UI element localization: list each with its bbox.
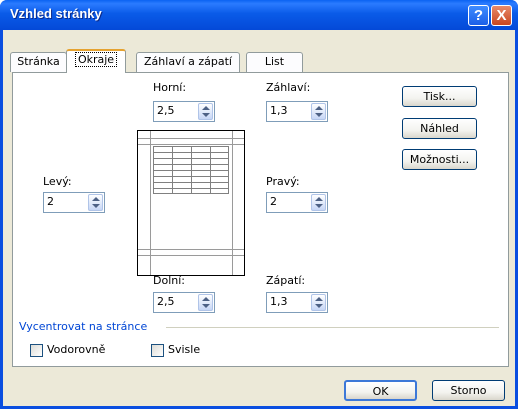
sheet-grid-preview	[153, 146, 229, 194]
bottom-margin-arrows[interactable]	[198, 294, 213, 311]
close-button[interactable]: X	[491, 5, 512, 26]
arrow-up-icon[interactable]	[92, 197, 100, 201]
arrow-down-icon[interactable]	[202, 304, 210, 308]
arrow-down-icon[interactable]	[202, 113, 210, 117]
header-margin-arrows[interactable]	[311, 103, 326, 120]
left-margin-spinner[interactable]: 2	[43, 192, 105, 213]
tab-header-footer[interactable]: Záhlaví a zápatí	[136, 52, 240, 72]
top-margin-line	[138, 144, 244, 145]
margins-panel: Horní: 2,5 Záhlaví: 1,3 Levý: 2 Pravý: 2…	[12, 72, 509, 367]
right-margin-value[interactable]: 2	[270, 195, 277, 208]
top-margin-label: Horní:	[153, 81, 187, 94]
options-button[interactable]: Možnosti...	[402, 149, 477, 170]
arrow-up-icon[interactable]	[202, 297, 210, 301]
close-icon: X	[496, 7, 507, 24]
footer-margin-label: Zápatí:	[266, 274, 306, 287]
left-margin-label: Levý:	[43, 175, 72, 188]
arrow-up-icon[interactable]	[315, 297, 323, 301]
horizontal-checkbox-label[interactable]: Vodorovně	[47, 343, 105, 356]
tab-margins-label: Okraje	[74, 52, 118, 67]
page-setup-dialog: Vzhled stránky ? X Stránka Okraje Záhlav…	[0, 0, 518, 409]
group-divider	[166, 327, 499, 328]
header-margin-label: Záhlaví:	[266, 81, 311, 94]
horizontal-checkbox[interactable]	[30, 344, 43, 357]
print-button[interactable]: Tisk...	[402, 86, 477, 107]
arrow-down-icon[interactable]	[92, 204, 100, 208]
tab-page[interactable]: Stránka	[10, 52, 67, 72]
footer-line	[138, 255, 244, 256]
right-margin-arrows[interactable]	[311, 194, 326, 211]
vertical-checkbox[interactable]	[151, 344, 164, 357]
title-bar[interactable]: Vzhled stránky ? X	[0, 0, 518, 30]
help-icon: ?	[473, 7, 484, 24]
preview-button[interactable]: Náhled	[402, 118, 477, 139]
left-margin-line	[150, 131, 151, 275]
footer-margin-arrows[interactable]	[311, 294, 326, 311]
page-preview	[137, 130, 245, 276]
arrow-up-icon[interactable]	[202, 106, 210, 110]
help-button[interactable]: ?	[468, 5, 489, 26]
center-group-label: Vycentrovat na stránce	[19, 320, 148, 333]
vertical-checkbox-label[interactable]: Svisle	[168, 343, 200, 356]
left-margin-value[interactable]: 2	[47, 195, 54, 208]
right-margin-line	[232, 131, 233, 275]
top-margin-arrows[interactable]	[198, 103, 213, 120]
cancel-button[interactable]: Storno	[432, 380, 505, 401]
bottom-margin-value[interactable]: 2,5	[157, 295, 175, 308]
footer-margin-value[interactable]: 1,3	[270, 295, 288, 308]
left-margin-arrows[interactable]	[88, 194, 103, 211]
top-margin-spinner[interactable]: 2,5	[153, 101, 215, 122]
header-margin-spinner[interactable]: 1,3	[266, 101, 328, 122]
tab-margins[interactable]: Okraje	[66, 49, 126, 73]
top-margin-value[interactable]: 2,5	[157, 104, 175, 117]
header-margin-value[interactable]: 1,3	[270, 104, 288, 117]
arrow-down-icon[interactable]	[315, 304, 323, 308]
right-margin-label: Pravý:	[266, 175, 300, 188]
ok-button[interactable]: OK	[344, 380, 417, 401]
arrow-up-icon[interactable]	[315, 197, 323, 201]
tab-sheet[interactable]: List	[246, 52, 303, 72]
arrow-down-icon[interactable]	[315, 113, 323, 117]
arrow-down-icon[interactable]	[315, 204, 323, 208]
arrow-up-icon[interactable]	[315, 106, 323, 110]
bottom-margin-spinner[interactable]: 2,5	[153, 292, 215, 313]
header-line	[138, 138, 244, 139]
dialog-title: Vzhled stránky	[10, 6, 102, 21]
bottom-margin-line	[138, 249, 244, 250]
footer-margin-spinner[interactable]: 1,3	[266, 292, 328, 313]
right-margin-spinner[interactable]: 2	[266, 192, 328, 213]
